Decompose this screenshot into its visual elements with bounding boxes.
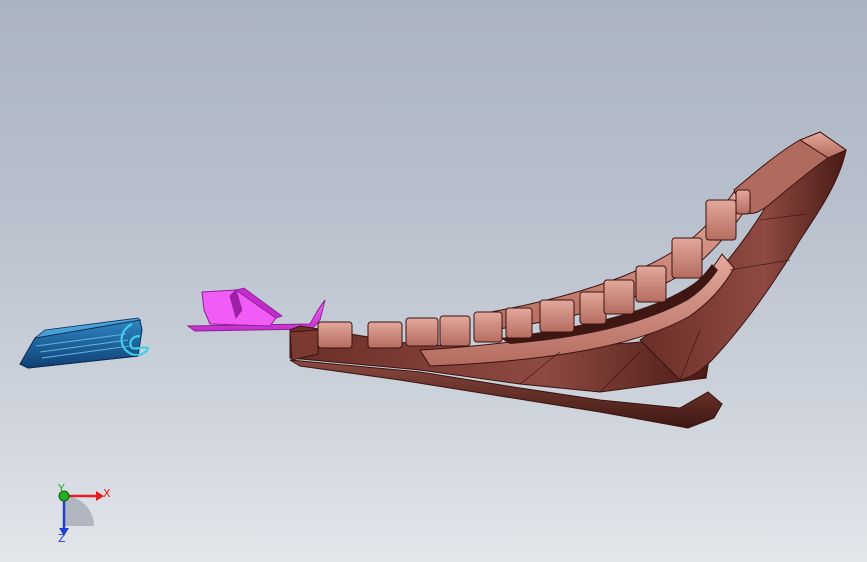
magenta-bracket-part[interactable] bbox=[186, 287, 326, 332]
blue-extrusion-part[interactable] bbox=[19, 317, 150, 369]
z-axis-label: Z bbox=[58, 532, 66, 545]
y-axis-label: Y bbox=[57, 482, 65, 495]
copper-seat-frame-part[interactable] bbox=[289, 131, 848, 429]
coordinate-triad: X Y Z bbox=[57, 482, 111, 545]
x-axis-label: X bbox=[103, 487, 111, 500]
model-viewport[interactable]: X Y Z bbox=[0, 0, 867, 562]
